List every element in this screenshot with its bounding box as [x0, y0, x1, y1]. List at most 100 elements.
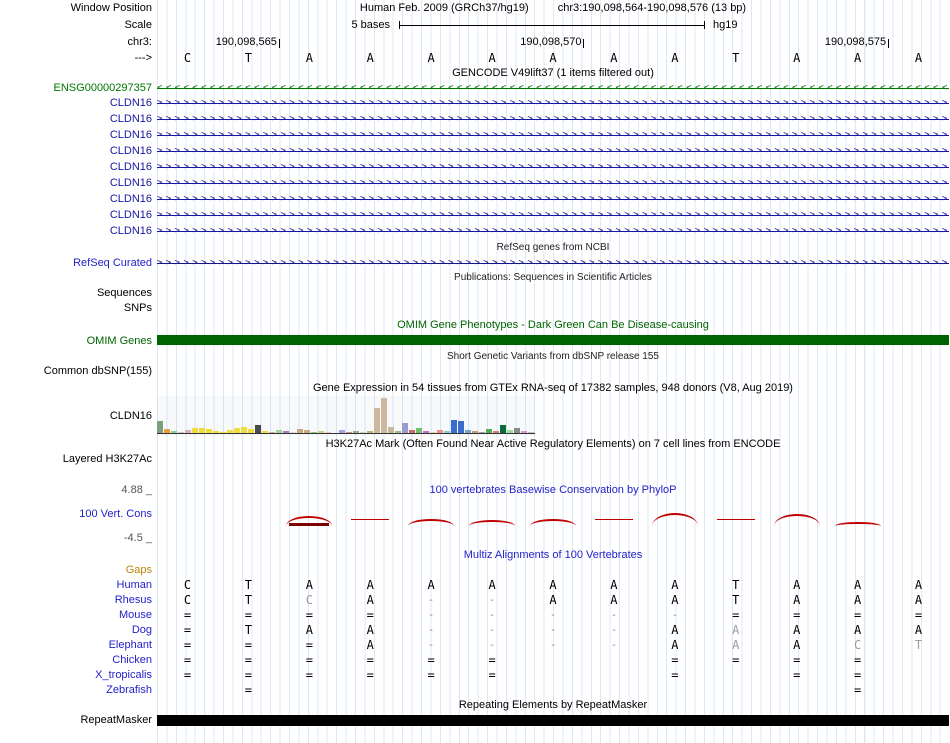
gtex-tissue-bar[interactable]	[269, 432, 275, 433]
conservation-peak[interactable]	[594, 519, 633, 520]
gtex-tissue-bar[interactable]	[339, 430, 345, 433]
gtex-tissue-bar[interactable]	[388, 427, 394, 433]
repeat-element-bar[interactable]	[157, 715, 949, 726]
gtex-tissue-bar[interactable]	[346, 432, 352, 433]
conservation-peak[interactable]	[530, 519, 576, 526]
refseq-gene-line[interactable]: >>>>>>>>>>>>>>>>>>>>>>>>>>>>>>>>>>>>>>>>…	[157, 256, 949, 270]
gencode-item-label[interactable]: CLDN16	[0, 160, 152, 175]
conservation-peak[interactable]	[351, 519, 390, 520]
gtex-tissue-bar[interactable]	[311, 432, 317, 433]
gencode-item-label[interactable]: ENSG00000297357	[0, 81, 152, 96]
species-label-mouse[interactable]: Mouse	[0, 608, 152, 623]
gene-strand-arrows[interactable]: >>>>>>>>>>>>>>>>>>>>>>>>>>>>>>>>>>>>>>>>…	[157, 224, 949, 239]
gtex-tissue-bar[interactable]	[416, 428, 422, 433]
gencode-item-label[interactable]: CLDN16	[0, 208, 152, 223]
species-label-rhesus[interactable]: Rhesus	[0, 593, 152, 608]
gtex-tissue-bar[interactable]	[367, 431, 373, 433]
gtex-tissue-bar[interactable]	[290, 432, 296, 433]
gtex-tissue-bar[interactable]	[430, 432, 436, 433]
species-label-elephant[interactable]: Elephant	[0, 638, 152, 653]
gtex-tissue-bar[interactable]	[171, 431, 177, 433]
track-label-100-vert-cons[interactable]: 100 Vert. Cons	[0, 507, 152, 521]
species-label-human[interactable]: Human	[0, 578, 152, 593]
gtex-tissue-bar[interactable]	[444, 431, 450, 433]
gtex-tissue-bar[interactable]	[472, 431, 478, 433]
track-label-layered-h3k27ac[interactable]: Layered H3K27Ac	[0, 452, 152, 467]
gencode-item-label[interactable]: CLDN16	[0, 128, 152, 143]
gene-strand-arrows[interactable]: >>>>>>>>>>>>>>>>>>>>>>>>>>>>>>>>>>>>>>>>…	[157, 176, 949, 191]
gtex-tissue-bar[interactable]	[185, 430, 191, 433]
gtex-tissue-bar[interactable]	[234, 428, 240, 433]
conservation-peak[interactable]	[716, 519, 755, 520]
gene-strand-arrows[interactable]: >>>>>>>>>>>>>>>>>>>>>>>>>>>>>>>>>>>>>>>>…	[157, 208, 949, 223]
gencode-item-label[interactable]: CLDN16	[0, 176, 152, 191]
gene-strand-arrows[interactable]: >>>>>>>>>>>>>>>>>>>>>>>>>>>>>>>>>>>>>>>>…	[157, 112, 949, 127]
gencode-item-label[interactable]: CLDN16	[0, 96, 152, 111]
track-label-common-dbsnp[interactable]: Common dbSNP(155)	[0, 364, 152, 378]
gtex-tissue-bar[interactable]	[374, 408, 380, 433]
gtex-tissue-bar[interactable]	[528, 432, 534, 433]
conservation-peak[interactable]	[773, 514, 820, 526]
gtex-tissue-bar[interactable]	[493, 431, 499, 433]
gtex-tissue-bar[interactable]	[325, 432, 331, 433]
gtex-tissue-bar[interactable]	[297, 429, 303, 433]
gtex-tissue-bar[interactable]	[241, 427, 247, 433]
conservation-peak[interactable]	[834, 522, 881, 526]
gencode-item-label[interactable]: CLDN16	[0, 192, 152, 207]
gtex-tissue-bar[interactable]	[318, 431, 324, 433]
gencode-item-label[interactable]: CLDN16	[0, 112, 152, 127]
omim-gene-bar[interactable]	[157, 335, 949, 345]
gtex-tissue-bar[interactable]	[157, 421, 163, 433]
gtex-tissue-bar[interactable]	[304, 430, 310, 433]
gtex-tissue-bar[interactable]	[192, 428, 198, 433]
gtex-tissue-bar[interactable]	[409, 430, 415, 433]
gtex-tissue-bar[interactable]	[514, 428, 520, 433]
gene-strand-arrows[interactable]: >>>>>>>>>>>>>>>>>>>>>>>>>>>>>>>>>>>>>>>>…	[157, 192, 949, 207]
gtex-tissue-bar[interactable]	[255, 425, 261, 433]
track-label-gaps[interactable]: Gaps	[0, 563, 152, 577]
gtex-tissue-bar[interactable]	[381, 398, 387, 433]
gtex-tissue-bar[interactable]	[276, 430, 282, 433]
gtex-tissue-bar[interactable]	[507, 430, 513, 433]
gtex-tissue-bar[interactable]	[164, 429, 170, 433]
gtex-tissue-bar[interactable]	[360, 432, 366, 433]
gtex-tissue-bar[interactable]	[486, 429, 492, 433]
gtex-tissue-bar[interactable]	[479, 432, 485, 433]
gtex-tissue-bar[interactable]	[521, 431, 527, 433]
gtex-tissue-bar[interactable]	[248, 429, 254, 433]
gencode-item-label[interactable]: CLDN16	[0, 224, 152, 239]
gene-strand-arrows[interactable]: >>>>>>>>>>>>>>>>>>>>>>>>>>>>>>>>>>>>>>>>…	[157, 160, 949, 175]
gene-strand-arrows[interactable]: >>>>>>>>>>>>>>>>>>>>>>>>>>>>>>>>>>>>>>>>…	[157, 96, 949, 111]
gtex-tissue-bar[interactable]	[458, 421, 464, 433]
gene-strand-arrows[interactable]: >>>>>>>>>>>>>>>>>>>>>>>>>>>>>>>>>>>>>>>>…	[157, 128, 949, 143]
track-label-refseq-curated[interactable]: RefSeq Curated	[0, 256, 152, 270]
conservation-peak[interactable]	[408, 519, 455, 526]
gtex-tissue-bar[interactable]	[423, 431, 429, 433]
gtex-tissue-bar[interactable]	[206, 429, 212, 433]
track-label-sequences[interactable]: Sequences	[0, 286, 152, 300]
gtex-expression-chart[interactable]	[157, 396, 535, 436]
gene-strand-arrows[interactable]: <<<<<<<<<<<<<<<<<<<<<<<<<<<<<<<<<<<<<<<<…	[157, 81, 949, 96]
gtex-tissue-bar[interactable]	[213, 431, 219, 433]
gtex-tissue-bar[interactable]	[402, 423, 408, 433]
conservation-peak[interactable]	[469, 520, 516, 526]
gene-strand-arrows[interactable]: >>>>>>>>>>>>>>>>>>>>>>>>>>>>>>>>>>>>>>>>…	[157, 144, 949, 159]
conservation-wiggle[interactable]	[157, 497, 949, 545]
species-label-x_tropicalis[interactable]: X_tropicalis	[0, 668, 152, 683]
track-label-snps[interactable]: SNPs	[0, 301, 152, 315]
track-label-omim-genes[interactable]: OMIM Genes	[0, 334, 152, 348]
gtex-gene-label[interactable]: CLDN16	[0, 396, 152, 436]
gtex-tissue-bar[interactable]	[220, 432, 226, 433]
gtex-tissue-bar[interactable]	[353, 431, 359, 433]
species-label-zebrafish[interactable]: Zebrafish	[0, 683, 152, 698]
gtex-tissue-bar[interactable]	[465, 430, 471, 433]
gtex-tissue-bar[interactable]	[227, 430, 233, 433]
gtex-tissue-bar[interactable]	[395, 431, 401, 433]
gencode-item-label[interactable]: CLDN16	[0, 144, 152, 159]
gtex-tissue-bar[interactable]	[451, 420, 457, 433]
gtex-tissue-bar[interactable]	[262, 431, 268, 433]
conservation-peak[interactable]	[651, 513, 698, 526]
gtex-tissue-bar[interactable]	[178, 432, 184, 433]
species-label-chicken[interactable]: Chicken	[0, 653, 152, 668]
gtex-tissue-bar[interactable]	[437, 430, 443, 433]
